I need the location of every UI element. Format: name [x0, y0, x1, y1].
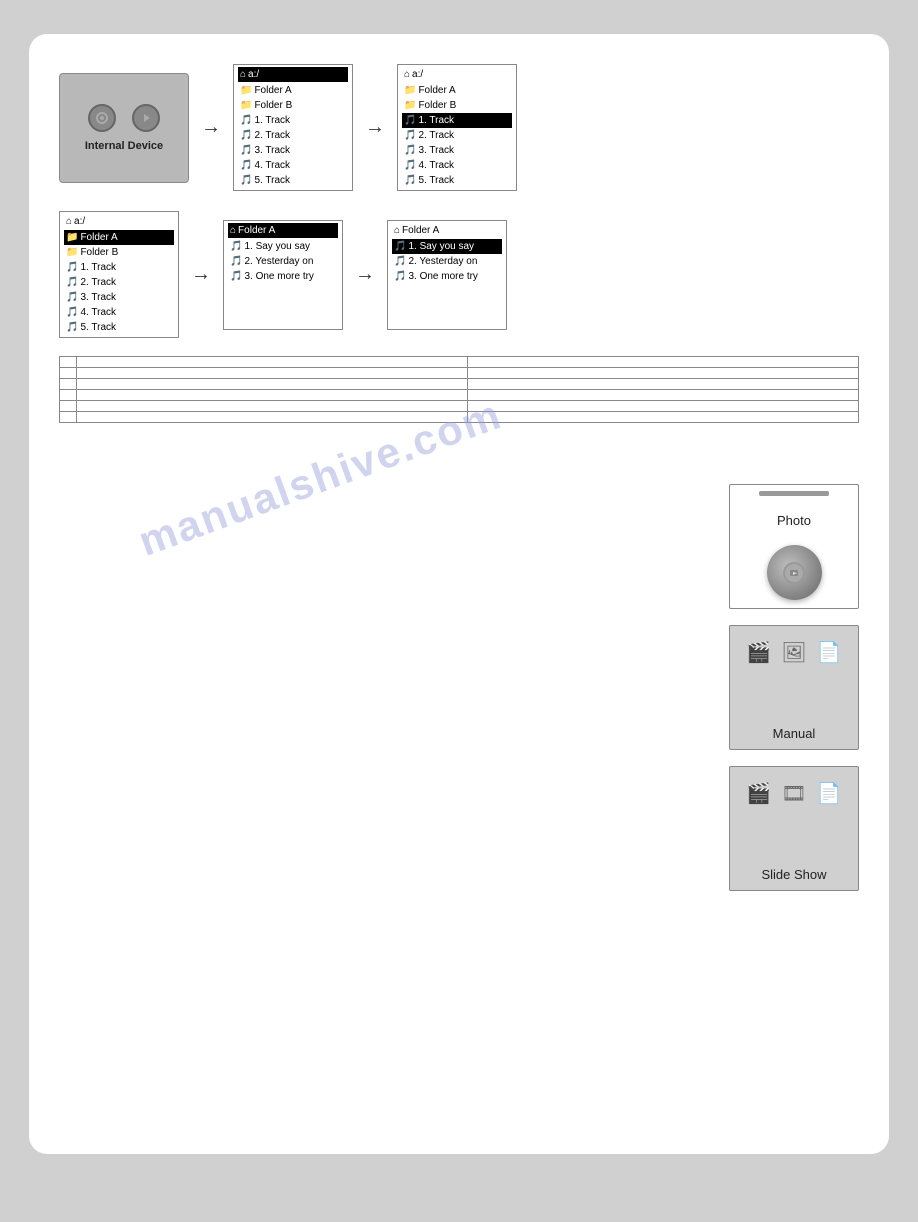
- filebox-row: 📁Folder B: [402, 98, 512, 113]
- filebox-row: 🎵2. Yesterday on: [228, 254, 338, 269]
- table-row: [60, 357, 859, 368]
- page-card: Internal Device → ⌂ a:/ 📁Folder A 📁Folde…: [29, 34, 889, 1154]
- table-cell-mid: [77, 357, 468, 368]
- table-cell-label: [60, 401, 77, 412]
- manual-icons: 🎬 🖼 📄: [746, 640, 841, 665]
- diagram-section: Internal Device → ⌂ a:/ 📁Folder A 📁Folde…: [59, 64, 859, 338]
- table-row: [60, 412, 859, 423]
- photo-disc-inner: [783, 562, 805, 584]
- filebox-1-1-header: ⌂ a:/: [238, 67, 348, 82]
- photo-disc: [767, 545, 822, 600]
- arrow-2: →: [365, 116, 385, 139]
- manual-icon-2: 🖼: [781, 640, 806, 665]
- filebox-1-2-header: ⌂ a:/: [402, 67, 512, 82]
- device-box: Internal Device: [59, 73, 189, 183]
- table-cell-label: [60, 412, 77, 423]
- filebox-2-2: ⌂ Folder A 🎵1. Say you say 🎵2. Yesterday…: [223, 220, 343, 330]
- filebox-row: 🎵1. Track: [64, 260, 174, 275]
- table-row: [60, 390, 859, 401]
- table-cell-label: [60, 357, 77, 368]
- house-icon: ⌂: [240, 67, 246, 82]
- filebox-row: 🎵1. Track: [238, 113, 348, 128]
- table-section: [59, 356, 859, 423]
- manual-icon-1: 🎬: [746, 640, 771, 665]
- filebox-2-3: ⌂ Folder A 🎵1. Say you say 🎵2. Yesterday…: [387, 220, 507, 330]
- table-cell-right: [468, 357, 859, 368]
- filebox-row: 🎵3. One more try: [392, 269, 502, 284]
- filebox-row: 📁Folder B: [64, 245, 174, 260]
- photo-panel: Photo: [729, 484, 859, 609]
- filebox-row: 🎵2. Track: [402, 128, 512, 143]
- filebox-row-selected: 📁Folder A: [64, 230, 174, 245]
- manual-panel: 🎬 🖼 📄 Manual: [729, 625, 859, 750]
- filebox-row: 🎵5. Track: [64, 320, 174, 335]
- table-cell-right: [468, 390, 859, 401]
- filebox-row: 🎵2. Track: [64, 275, 174, 290]
- panel-top-bar: [759, 491, 829, 496]
- filebox-row: 🎵2. Track: [238, 128, 348, 143]
- table-cell-label: [60, 379, 77, 390]
- filebox-row: 🎵2. Yesterday on: [392, 254, 502, 269]
- filebox-1-1: ⌂ a:/ 📁Folder A 📁Folder B 🎵1. Track 🎵2. …: [233, 64, 353, 191]
- house-icon: ⌂: [404, 67, 410, 82]
- slideshow-icon-3: 📄: [817, 781, 842, 806]
- table-cell-right: [468, 412, 859, 423]
- table-cell-right: [468, 401, 859, 412]
- slideshow-icon-1: 🎬: [746, 781, 771, 806]
- table-cell-mid: [77, 368, 468, 379]
- table-row: [60, 368, 859, 379]
- filebox-row: 🎵3. One more try: [228, 269, 338, 284]
- filebox-row: 📁Folder A: [238, 83, 348, 98]
- filebox-row: 📁Folder A: [402, 83, 512, 98]
- arrow-4: →: [355, 263, 375, 286]
- filebox-row: 🎵5. Track: [402, 173, 512, 188]
- diagram-row-1: Internal Device → ⌂ a:/ 📁Folder A 📁Folde…: [59, 64, 859, 191]
- table-cell-label: [60, 368, 77, 379]
- manual-panel-label: Manual: [773, 726, 816, 741]
- device-label: Internal Device: [85, 140, 163, 152]
- slideshow-icon-2: 🎞: [781, 781, 806, 806]
- filebox-row: 🎵4. Track: [238, 158, 348, 173]
- device-icon-right: [132, 104, 160, 132]
- house-icon: ⌂: [394, 223, 400, 238]
- slideshow-panel-label: Slide Show: [761, 867, 826, 882]
- slideshow-icons: 🎬 🎞 📄: [746, 781, 841, 806]
- slideshow-panel: 🎬 🎞 📄 Slide Show: [729, 766, 859, 891]
- filebox-2-2-header: ⌂ Folder A: [228, 223, 338, 238]
- table-cell-label: [60, 390, 77, 401]
- filebox-row: 🎵3. Track: [238, 143, 348, 158]
- filebox-row-selected: 🎵1. Say you say: [392, 239, 502, 254]
- table-cell-right: [468, 368, 859, 379]
- info-table: [59, 356, 859, 423]
- filebox-row: 🎵4. Track: [64, 305, 174, 320]
- house-icon: ⌂: [66, 214, 72, 229]
- diagram-row-2: ⌂ a:/ 📁Folder A 📁Folder B 🎵1. Track 🎵2. …: [59, 211, 859, 338]
- table-row: [60, 401, 859, 412]
- filebox-row: 🎵3. Track: [402, 143, 512, 158]
- manual-icon-3: 📄: [817, 640, 842, 665]
- arrow-3: →: [191, 263, 211, 286]
- filebox-row: 🎵4. Track: [402, 158, 512, 173]
- filebox-1-2: ⌂ a:/ 📁Folder A 📁Folder B 🎵1. Track 🎵2. …: [397, 64, 517, 191]
- table-cell-mid: [77, 401, 468, 412]
- table-cell-mid: [77, 379, 468, 390]
- arrow-1: →: [201, 116, 221, 139]
- filebox-row-selected: 🎵1. Track: [402, 113, 512, 128]
- filebox-row: 🎵5. Track: [238, 173, 348, 188]
- device-icons: [88, 104, 160, 132]
- table-cell-right: [468, 379, 859, 390]
- house-icon: ⌂: [230, 223, 236, 238]
- photo-panel-label: Photo: [777, 513, 811, 528]
- table-cell-mid: [77, 390, 468, 401]
- filebox-2-3-header: ⌂ Folder A: [392, 223, 502, 238]
- table-row: [60, 379, 859, 390]
- filebox-2-1: ⌂ a:/ 📁Folder A 📁Folder B 🎵1. Track 🎵2. …: [59, 211, 179, 338]
- filebox-2-1-header: ⌂ a:/: [64, 214, 174, 229]
- filebox-row: 🎵3. Track: [64, 290, 174, 305]
- table-cell-mid: [77, 412, 468, 423]
- filebox-row: 📁Folder B: [238, 98, 348, 113]
- device-icon-left: [88, 104, 116, 132]
- right-panel: Photo 🎬 🖼 📄 Manual 🎬 🎞 📄 Slide: [729, 484, 859, 891]
- filebox-row: 🎵1. Say you say: [228, 239, 338, 254]
